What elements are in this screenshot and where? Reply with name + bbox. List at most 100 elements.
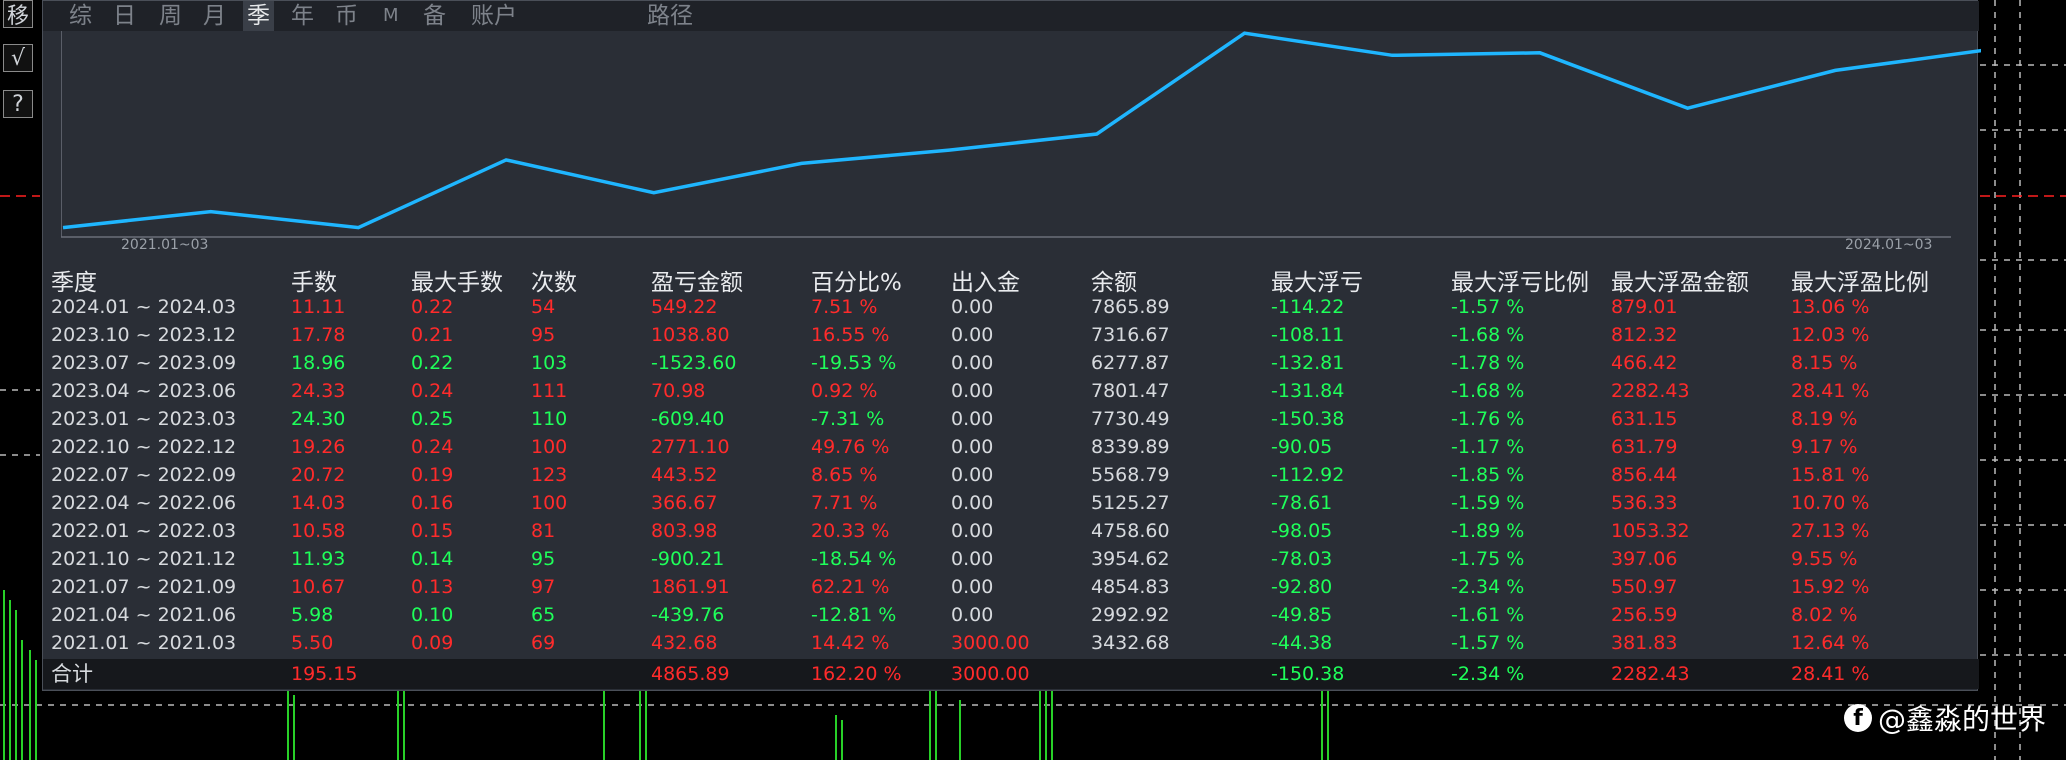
cell-period: 2023.04 ~ 2023.06	[51, 380, 237, 402]
cell-max-float: 631.79	[1611, 436, 1678, 458]
cell-pnl: 432.68	[651, 632, 718, 654]
cell-flow: 0.00	[951, 352, 994, 374]
cell-balance: 5568.79	[1091, 464, 1170, 486]
col-max-dd-pct: 最大浮亏比例	[1451, 270, 1589, 296]
cell-max-float-pct: 9.17 %	[1791, 436, 1858, 458]
cell-max-dd-pct: -1.17 %	[1451, 436, 1525, 458]
check-button[interactable]: √	[3, 44, 33, 72]
cell-max-float-pct: 8.15 %	[1791, 352, 1858, 374]
tab-account[interactable]: 账户	[471, 1, 517, 31]
tab-month[interactable]: 月	[203, 1, 226, 31]
cell-max-dd: -78.61	[1271, 492, 1333, 514]
tab-year[interactable]: 年	[291, 1, 314, 31]
col-max-dd: 最大浮亏	[1271, 270, 1363, 296]
table-row: 2021.10 ~ 2021.12 11.93 0.14 95 -900.21 -18.5…	[43, 545, 1979, 573]
cell-count: 81	[531, 520, 556, 542]
cell-max-float-pct: 27.13 %	[1791, 520, 1870, 542]
cell-max-dd: -131.84	[1271, 380, 1345, 402]
tab-overview[interactable]: 综	[69, 1, 92, 31]
cell-max-float: 856.44	[1611, 464, 1678, 486]
total-max-dd: -150.38	[1271, 663, 1345, 685]
cell-pnl: 443.52	[651, 464, 718, 486]
cell-flow: 0.00	[951, 436, 994, 458]
col-pnl: 盈亏金额	[651, 270, 743, 296]
col-quarter: 季度	[51, 270, 97, 296]
cell-pnl: -900.21	[651, 548, 725, 570]
cell-flow: 0.00	[951, 548, 994, 570]
cell-count: 100	[531, 436, 568, 458]
tab-day[interactable]: 日	[113, 1, 136, 31]
cell-pct: -12.81 %	[811, 604, 897, 626]
cell-max-dd-pct: -1.75 %	[1451, 548, 1525, 570]
cell-count: 103	[531, 352, 568, 374]
cell-count: 97	[531, 576, 556, 598]
total-flow: 3000.00	[951, 663, 1030, 685]
cell-lots: 17.78	[291, 324, 346, 346]
cell-pnl: 1038.80	[651, 324, 730, 346]
cell-max-float-pct: 9.55 %	[1791, 548, 1858, 570]
move-button[interactable]: 移	[3, 0, 33, 29]
cell-max-lots: 0.16	[411, 492, 454, 514]
tab-currency[interactable]: 币	[335, 1, 358, 31]
cell-pct: 7.71 %	[811, 492, 878, 514]
cell-balance: 6277.87	[1091, 352, 1170, 374]
cell-max-dd: -78.03	[1271, 548, 1333, 570]
cell-max-lots: 0.22	[411, 352, 454, 374]
cell-flow: 3000.00	[951, 632, 1030, 654]
cell-balance: 5125.27	[1091, 492, 1170, 514]
total-label: 合计	[51, 662, 93, 686]
cell-count: 111	[531, 380, 568, 402]
cell-pct: -19.53 %	[811, 352, 897, 374]
cell-max-dd-pct: -1.89 %	[1451, 520, 1525, 542]
total-max-dd-pct: -2.34 %	[1451, 663, 1525, 685]
tab-path[interactable]: 路径	[647, 1, 693, 31]
cell-count: 95	[531, 324, 556, 346]
total-max-float-pct: 28.41 %	[1791, 663, 1870, 685]
cell-period: 2022.04 ~ 2022.06	[51, 492, 237, 514]
cell-pnl: 803.98	[651, 520, 718, 542]
cell-lots: 24.30	[291, 408, 346, 430]
cell-lots: 20.72	[291, 464, 346, 486]
cell-count: 69	[531, 632, 556, 654]
cell-lots: 18.96	[291, 352, 346, 374]
cell-pnl: -439.76	[651, 604, 725, 626]
help-button[interactable]: ?	[3, 90, 33, 118]
cell-lots: 5.98	[291, 604, 334, 626]
tab-note[interactable]: 备	[423, 1, 446, 31]
cell-period: 2024.01 ~ 2024.03	[51, 296, 237, 318]
cell-period: 2023.01 ~ 2023.03	[51, 408, 237, 430]
cell-pnl: 70.98	[651, 380, 706, 402]
cell-max-float: 879.01	[1611, 296, 1678, 318]
cell-period: 2021.10 ~ 2021.12	[51, 548, 237, 570]
tab-quarter[interactable]: 季	[243, 1, 274, 31]
cell-flow: 0.00	[951, 604, 994, 626]
cell-lots: 11.93	[291, 548, 346, 570]
cell-max-float: 256.59	[1611, 604, 1678, 626]
cell-flow: 0.00	[951, 408, 994, 430]
cell-max-lots: 0.13	[411, 576, 454, 598]
cell-max-dd-pct: -1.57 %	[1451, 632, 1525, 654]
cell-lots: 5.50	[291, 632, 334, 654]
report-panel: 综 日 周 月 季 年 币 M 备 账户 路径 2021.01~03 2024.…	[42, 0, 1981, 691]
tab-week[interactable]: 周	[159, 1, 182, 31]
cell-lots: 19.26	[291, 436, 346, 458]
cell-pct: 7.51 %	[811, 296, 878, 318]
cell-lots: 10.67	[291, 576, 346, 598]
cell-count: 100	[531, 492, 568, 514]
table-row: 2022.01 ~ 2022.03 10.58 0.15 81 803.98 20.33 …	[43, 517, 1979, 545]
cell-max-dd-pct: -1.57 %	[1451, 296, 1525, 318]
cell-max-float: 397.06	[1611, 548, 1678, 570]
col-max-float: 最大浮盈金额	[1611, 270, 1749, 296]
cell-period: 2021.04 ~ 2021.06	[51, 604, 237, 626]
facebook-icon: f	[1843, 704, 1872, 732]
col-max-float-pct: 最大浮盈比例	[1791, 270, 1929, 296]
equity-curve-chart	[61, 31, 1981, 238]
cell-period: 2022.07 ~ 2022.09	[51, 464, 237, 486]
cell-max-dd: -90.05	[1271, 436, 1333, 458]
tab-magic[interactable]: M	[383, 1, 399, 31]
table-row: 2021.07 ~ 2021.09 10.67 0.13 97 1861.91 62.21…	[43, 573, 1979, 601]
cell-max-dd: -108.11	[1271, 324, 1345, 346]
cell-balance: 7730.49	[1091, 408, 1170, 430]
table-row: 2021.01 ~ 2021.03 5.50 0.09 69 432.68 14.42 %…	[43, 629, 1979, 657]
col-balance: 余额	[1091, 270, 1137, 296]
